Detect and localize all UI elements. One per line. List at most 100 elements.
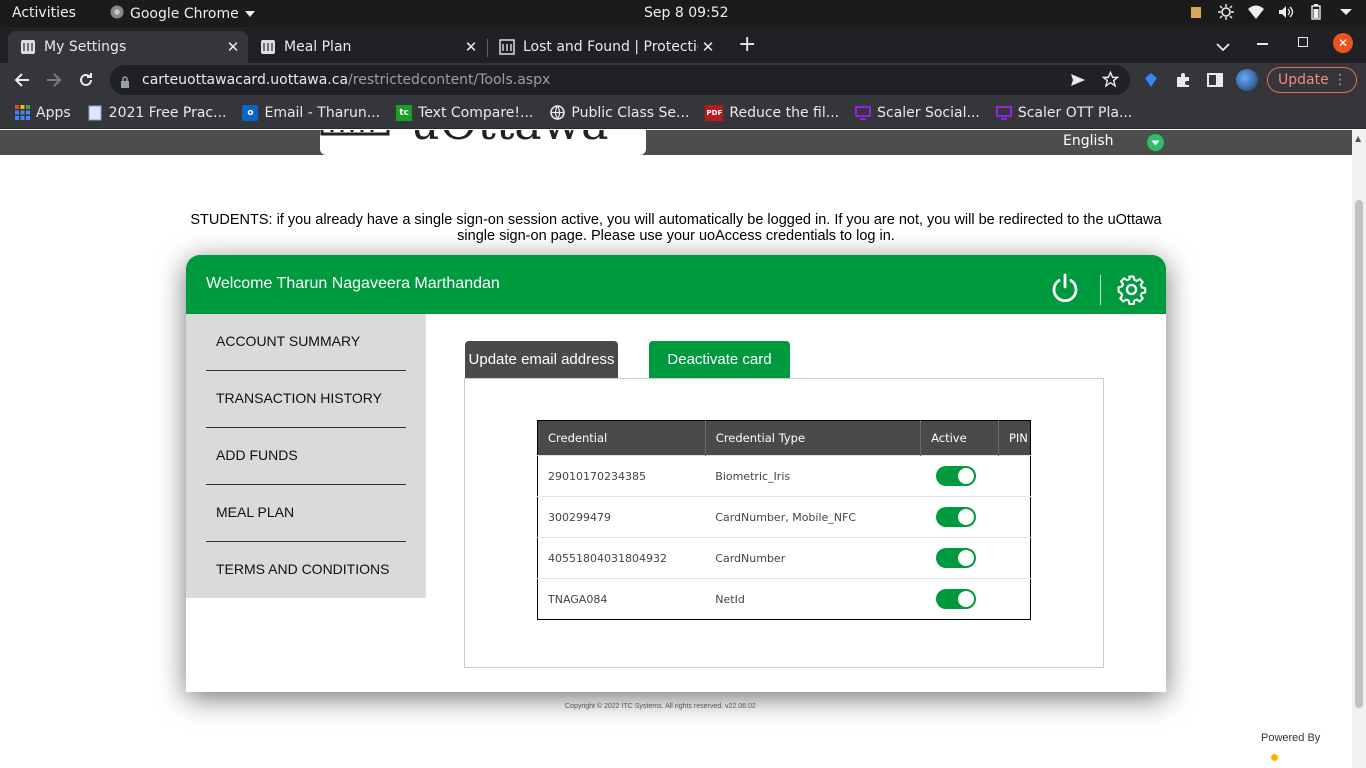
url-host: carteuottawacard.uottawa.ca xyxy=(142,72,349,88)
tab-deactivate-card[interactable]: Deactivate card xyxy=(649,341,790,378)
scrollbar-thumb[interactable] xyxy=(1355,200,1363,708)
close-tab-icon[interactable]: ✕ xyxy=(699,38,717,56)
app-name: Google Chrome xyxy=(130,6,239,22)
nav-transaction-history[interactable]: TRANSACTION HISTORY xyxy=(216,390,382,406)
text-compare-icon: tc xyxy=(396,104,413,121)
address-bar[interactable]: carteuottawacard.uottawa.ca/restrictedco… xyxy=(110,65,1130,95)
bookmark-label: Email - Tharun... xyxy=(264,104,381,121)
credential-cell: 300299479 xyxy=(537,496,706,538)
tab-meal-plan[interactable]: Meal Plan ✕ xyxy=(248,31,486,63)
active-cell xyxy=(920,455,999,497)
tab-lost-and-found[interactable]: Lost and Found | Protection ✕ xyxy=(487,31,723,63)
settings-gear-icon[interactable] xyxy=(1116,274,1147,306)
toggle-knob xyxy=(957,509,974,525)
active-toggle[interactable] xyxy=(935,589,976,609)
bookmark-label: Text Compare!... xyxy=(418,104,534,121)
minimize-icon[interactable] xyxy=(1257,43,1268,45)
outlook-icon: o xyxy=(242,104,259,121)
logout-power-icon[interactable] xyxy=(1050,273,1080,303)
activities-button[interactable]: Activities xyxy=(12,5,76,21)
nav-divider xyxy=(206,541,406,542)
update-button[interactable]: Update ⋮ xyxy=(1267,67,1357,93)
welcome-text: Welcome Tharun Nagaveera Marthandan xyxy=(206,275,500,292)
reload-icon[interactable] xyxy=(75,69,97,91)
nav-account-summary[interactable]: ACCOUNT SUMMARY xyxy=(216,333,360,349)
kebab-menu-icon[interactable]: ⋮ xyxy=(1333,72,1347,88)
bookmark-email[interactable]: o Email - Tharun... xyxy=(242,104,381,121)
volume-icon[interactable] xyxy=(1278,4,1294,20)
nav-divider xyxy=(206,484,406,485)
scroll-up-icon[interactable]: ▲ xyxy=(1355,134,1361,143)
active-cell xyxy=(920,537,999,579)
language-dropdown-icon[interactable] xyxy=(1147,134,1164,151)
clock[interactable]: Sep 8 09:52 xyxy=(644,5,729,21)
tab-update-email[interactable]: Update email address xyxy=(465,341,618,378)
powered-by-logo[interactable] xyxy=(1271,754,1278,761)
bookmark-public-class[interactable]: Public Class Se... xyxy=(549,105,689,121)
credential-cell: TNAGA084 xyxy=(537,578,706,620)
profile-avatar[interactable] xyxy=(1236,69,1258,91)
new-tab-icon[interactable]: + xyxy=(738,32,756,57)
credential-type-cell: Biometric_Iris xyxy=(705,455,921,497)
url-path: /restrictedcontent/Tools.aspx xyxy=(348,72,551,88)
power-menu-icon[interactable] xyxy=(1338,4,1354,20)
active-toggle[interactable] xyxy=(935,507,976,527)
nav-add-funds[interactable]: ADD FUNDS xyxy=(216,447,298,463)
wifi-icon[interactable] xyxy=(1248,4,1264,20)
gem-extension-icon[interactable] xyxy=(1143,72,1159,92)
bookmark-free-practice[interactable]: 2021 Free Prac... xyxy=(87,105,226,121)
active-toggle[interactable] xyxy=(935,466,976,486)
active-toggle[interactable] xyxy=(935,548,976,568)
system-tray[interactable] xyxy=(1188,4,1354,20)
browser-toolbar: carteuottawacard.uottawa.ca/restrictedco… xyxy=(0,63,1366,97)
side-panel-icon[interactable] xyxy=(1207,72,1223,92)
globe-icon xyxy=(549,105,565,121)
uottawa-logo[interactable]: uOttawa xyxy=(320,130,646,155)
uottawa-favicon-icon xyxy=(20,39,36,55)
account-card: Welcome Tharun Nagaveera Marthandan ACCO… xyxy=(186,255,1166,692)
clipboard-icon[interactable] xyxy=(1188,4,1204,20)
header-divider xyxy=(1100,275,1101,305)
brightness-icon[interactable] xyxy=(1218,4,1234,20)
tab-my-settings[interactable]: My Settings ✕ xyxy=(8,31,248,63)
bookmark-label: Reduce the fil... xyxy=(729,104,840,121)
app-menu[interactable]: Google Chrome xyxy=(110,5,255,23)
apps-grid-icon xyxy=(14,105,30,121)
close-tab-icon[interactable]: ✕ xyxy=(462,38,480,56)
uottawa-favicon-icon xyxy=(260,39,276,55)
bookmark-text-compare[interactable]: tc Text Compare!... xyxy=(396,104,534,121)
nav-meal-plan[interactable]: MEAL PLAN xyxy=(216,504,294,520)
card-header: Welcome Tharun Nagaveera Marthandan xyxy=(186,255,1166,314)
document-icon xyxy=(87,105,103,121)
scaler-icon xyxy=(995,105,1012,121)
close-tab-icon[interactable]: ✕ xyxy=(224,38,242,56)
os-top-bar: Activities Google Chrome Sep 8 09:52 xyxy=(0,0,1366,27)
table-row: 29010170234385 Biometric_Iris xyxy=(537,455,1031,497)
sso-notice: STUDENTS: if you already have a single s… xyxy=(176,212,1176,244)
bookmark-scaler-social[interactable]: Scaler Social... xyxy=(855,105,980,121)
column-header-active: Active xyxy=(920,420,999,456)
lock-icon[interactable] xyxy=(120,73,130,92)
bookmark-star-icon[interactable] xyxy=(1101,70,1120,92)
credential-cell: 40551804031804932 xyxy=(537,537,706,579)
bookmark-reduce-file[interactable]: PDF Reduce the fil... xyxy=(705,104,840,121)
nav-terms-and-conditions[interactable]: TERMS AND CONDITIONS xyxy=(216,561,389,577)
credentials-table: Credential Credential Type Active PIN 29… xyxy=(537,420,1031,620)
page-scrollbar[interactable]: ▲ xyxy=(1352,130,1366,768)
pin-cell xyxy=(998,537,1031,579)
puzzle-extensions-icon[interactable] xyxy=(1175,72,1191,92)
bookmark-scaler-ott[interactable]: Scaler OTT Pla... xyxy=(995,105,1132,121)
back-arrow-icon[interactable] xyxy=(11,69,33,91)
bookmark-apps[interactable]: Apps xyxy=(14,105,71,121)
battery-icon[interactable] xyxy=(1308,4,1324,20)
restore-icon[interactable] xyxy=(1298,37,1308,47)
bookmark-label: Apps xyxy=(36,104,71,121)
close-window-icon[interactable]: ✕ xyxy=(1333,33,1353,53)
page-viewport: uOttawa English STUDENTS: if you already… xyxy=(0,130,1352,768)
tab-search-chevron-icon[interactable] xyxy=(1216,37,1230,56)
update-label: Update xyxy=(1278,72,1329,88)
language-selector[interactable]: English xyxy=(1063,133,1114,149)
forward-arrow-icon[interactable] xyxy=(43,69,65,91)
notice-line-1: STUDENTS: if you already have a single s… xyxy=(190,212,1162,228)
send-icon[interactable] xyxy=(1070,72,1086,92)
